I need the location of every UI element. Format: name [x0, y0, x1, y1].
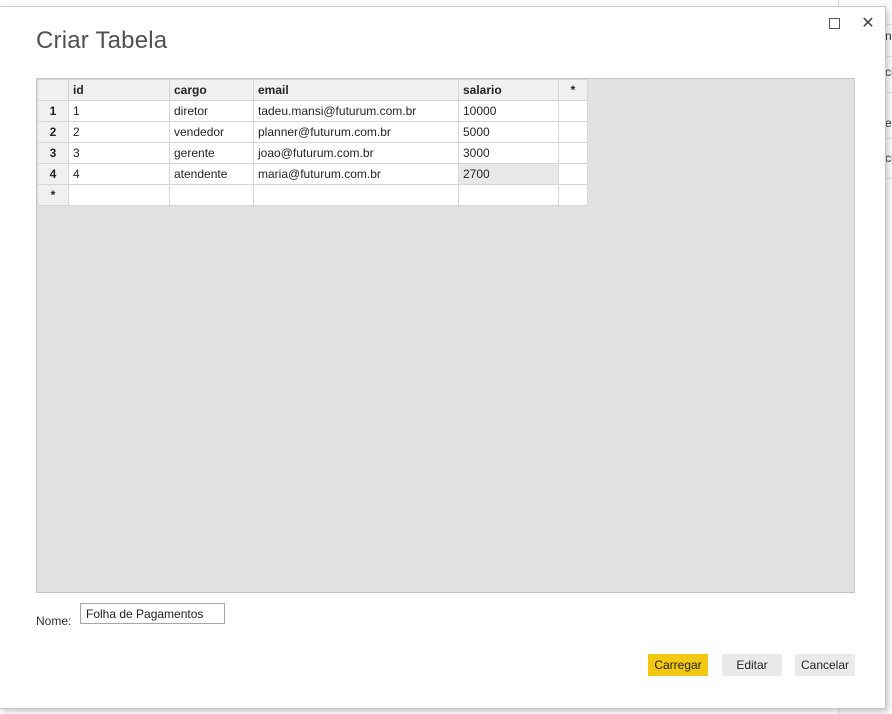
header-row: id cargo email salario * — [37, 79, 588, 101]
column-header-id[interactable]: id — [68, 79, 170, 101]
new-cell[interactable] — [169, 184, 254, 206]
close-icon: ✕ — [861, 13, 875, 32]
cell-salario-selected[interactable]: 2700 — [458, 163, 559, 185]
row-number[interactable]: 3 — [37, 142, 69, 164]
table-row: 3 3 gerente joao@futurum.com.br 3000 — [37, 142, 588, 164]
row-number[interactable]: 4 — [37, 163, 69, 185]
name-label: Nome: — [36, 614, 72, 628]
cell-empty[interactable] — [558, 142, 588, 164]
cell-cargo[interactable]: gerente — [169, 142, 254, 164]
table-row: 4 4 atendente maria@futurum.com.br 2700 — [37, 163, 588, 185]
new-cell[interactable] — [458, 184, 559, 206]
table-row: 2 2 vendedor planner@futurum.com.br 5000 — [37, 121, 588, 143]
row-number[interactable]: 2 — [37, 121, 69, 143]
cancel-button[interactable]: Cancelar — [795, 654, 855, 676]
table-row: 1 1 diretor tadeu.mansi@futurum.com.br 1… — [37, 100, 588, 122]
new-cell[interactable] — [558, 184, 588, 206]
background-text: n — [885, 29, 892, 43]
cell-id[interactable]: 2 — [68, 121, 170, 143]
cell-salario[interactable]: 5000 — [458, 121, 559, 143]
row-number[interactable]: 1 — [37, 100, 69, 122]
column-header-salario[interactable]: salario — [458, 79, 559, 101]
data-grid: id cargo email salario * 1 1 diretor tad… — [37, 79, 588, 206]
new-row: * — [37, 184, 588, 206]
cell-id[interactable]: 1 — [68, 100, 170, 122]
cell-email[interactable]: joao@futurum.com.br — [253, 142, 459, 164]
load-button[interactable]: Carregar — [648, 654, 708, 676]
cell-empty[interactable] — [558, 121, 588, 143]
grid-corner[interactable] — [37, 79, 69, 101]
edit-button[interactable]: Editar — [722, 654, 782, 676]
background-text: ci — [885, 65, 892, 79]
cell-email[interactable]: maria@futurum.com.br — [253, 163, 459, 185]
table-editor-area: id cargo email salario * 1 1 diretor tad… — [36, 78, 855, 593]
cell-id[interactable]: 4 — [68, 163, 170, 185]
column-header-email[interactable]: email — [253, 79, 459, 101]
close-button[interactable]: ✕ — [857, 13, 879, 33]
add-column-button[interactable]: * — [558, 79, 588, 101]
maximize-button[interactable] — [823, 13, 845, 33]
background-text: ci — [885, 151, 892, 165]
cell-email[interactable]: planner@futurum.com.br — [253, 121, 459, 143]
new-row-marker[interactable]: * — [37, 184, 69, 206]
column-header-cargo[interactable]: cargo — [169, 79, 254, 101]
create-table-dialog: ✕ Criar Tabela id cargo email salario * — [0, 7, 885, 708]
cell-salario[interactable]: 3000 — [458, 142, 559, 164]
dialog-title: Criar Tabela — [36, 27, 168, 54]
maximize-icon — [828, 17, 840, 29]
table-name-input[interactable] — [80, 603, 225, 624]
cell-empty[interactable] — [558, 100, 588, 122]
new-cell[interactable] — [68, 184, 170, 206]
new-cell[interactable] — [253, 184, 459, 206]
cell-cargo[interactable]: diretor — [169, 100, 254, 122]
cell-id[interactable]: 3 — [68, 142, 170, 164]
cell-empty[interactable] — [558, 163, 588, 185]
cell-cargo[interactable]: atendente — [169, 163, 254, 185]
background-text: e — [885, 116, 892, 130]
cell-cargo[interactable]: vendedor — [169, 121, 254, 143]
cell-salario[interactable]: 10000 — [458, 100, 559, 122]
cell-email[interactable]: tadeu.mansi@futurum.com.br — [253, 100, 459, 122]
